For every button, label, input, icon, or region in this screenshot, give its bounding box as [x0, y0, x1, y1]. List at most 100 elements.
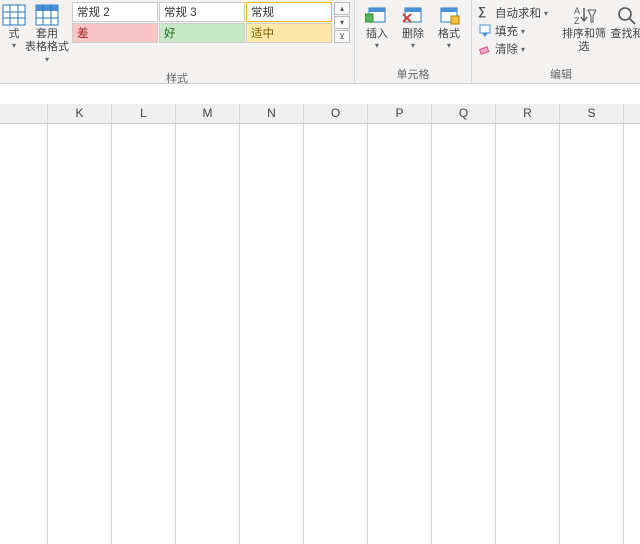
- cell[interactable]: [496, 364, 560, 384]
- cell[interactable]: [368, 224, 432, 244]
- cell[interactable]: [0, 464, 48, 484]
- cell[interactable]: [240, 264, 304, 284]
- style-bad[interactable]: 差: [72, 23, 158, 43]
- cell[interactable]: [240, 424, 304, 444]
- cell[interactable]: [560, 384, 624, 404]
- cell[interactable]: [48, 344, 112, 364]
- cell[interactable]: [176, 484, 240, 504]
- cell[interactable]: [432, 204, 496, 224]
- cell[interactable]: [624, 144, 640, 164]
- cell[interactable]: [496, 204, 560, 224]
- cell[interactable]: [496, 444, 560, 464]
- cell[interactable]: [0, 324, 48, 344]
- cell[interactable]: [432, 364, 496, 384]
- cell[interactable]: [560, 264, 624, 284]
- cell[interactable]: [304, 284, 368, 304]
- cell[interactable]: [176, 384, 240, 404]
- cell[interactable]: [496, 264, 560, 284]
- cell[interactable]: [48, 304, 112, 324]
- col-head-N[interactable]: N: [240, 104, 304, 123]
- cell[interactable]: [0, 244, 48, 264]
- cell[interactable]: [48, 484, 112, 504]
- cell[interactable]: [48, 144, 112, 164]
- cell[interactable]: [560, 344, 624, 364]
- cell[interactable]: [48, 444, 112, 464]
- cell[interactable]: [176, 304, 240, 324]
- cell[interactable]: [112, 344, 176, 364]
- cell[interactable]: [240, 444, 304, 464]
- cell[interactable]: [560, 144, 624, 164]
- cell[interactable]: [624, 224, 640, 244]
- cell[interactable]: [240, 304, 304, 324]
- cell[interactable]: [368, 524, 432, 544]
- cell[interactable]: [560, 164, 624, 184]
- cell[interactable]: [112, 304, 176, 324]
- cell[interactable]: [112, 184, 176, 204]
- cell[interactable]: [496, 124, 560, 144]
- find-select-button[interactable]: 查找和: [608, 2, 640, 43]
- cell[interactable]: [496, 244, 560, 264]
- conditional-format-button[interactable]: 式 ▾: [4, 2, 24, 52]
- cell[interactable]: [240, 184, 304, 204]
- cell[interactable]: [176, 224, 240, 244]
- cell[interactable]: [432, 164, 496, 184]
- cell[interactable]: [240, 324, 304, 344]
- cell[interactable]: [432, 504, 496, 524]
- cell[interactable]: [496, 184, 560, 204]
- cell[interactable]: [240, 404, 304, 424]
- cell[interactable]: [112, 524, 176, 544]
- col-head-L[interactable]: L: [112, 104, 176, 123]
- cell[interactable]: [560, 504, 624, 524]
- cell[interactable]: [368, 264, 432, 284]
- cell[interactable]: [48, 324, 112, 344]
- cell[interactable]: [48, 404, 112, 424]
- cell[interactable]: [368, 164, 432, 184]
- cell[interactable]: [0, 364, 48, 384]
- cell[interactable]: [560, 464, 624, 484]
- cell[interactable]: [432, 404, 496, 424]
- cell[interactable]: [560, 304, 624, 324]
- cell[interactable]: [176, 464, 240, 484]
- cell[interactable]: [432, 444, 496, 464]
- cell[interactable]: [0, 284, 48, 304]
- style-neutral[interactable]: 适中: [246, 23, 332, 43]
- cell[interactable]: [432, 264, 496, 284]
- cell[interactable]: [624, 484, 640, 504]
- cell[interactable]: [560, 244, 624, 264]
- cell[interactable]: [240, 224, 304, 244]
- cell[interactable]: [0, 404, 48, 424]
- cell[interactable]: [624, 124, 640, 144]
- cell[interactable]: [304, 324, 368, 344]
- cell[interactable]: [0, 504, 48, 524]
- cell[interactable]: [112, 444, 176, 464]
- cell[interactable]: [304, 184, 368, 204]
- cell[interactable]: [496, 504, 560, 524]
- cell[interactable]: [432, 284, 496, 304]
- cell[interactable]: [432, 184, 496, 204]
- cell[interactable]: [48, 524, 112, 544]
- clear-button[interactable]: 清除 ▾: [476, 40, 560, 58]
- cell[interactable]: [176, 444, 240, 464]
- cell[interactable]: [560, 324, 624, 344]
- cell[interactable]: [368, 124, 432, 144]
- cell[interactable]: [48, 224, 112, 244]
- cell[interactable]: [240, 484, 304, 504]
- cell[interactable]: [112, 264, 176, 284]
- cell[interactable]: [432, 344, 496, 364]
- cell[interactable]: [48, 424, 112, 444]
- cell[interactable]: [112, 284, 176, 304]
- cell[interactable]: [432, 464, 496, 484]
- col-head-Q[interactable]: Q: [432, 104, 496, 123]
- col-head-O[interactable]: O: [304, 104, 368, 123]
- cell[interactable]: [368, 464, 432, 484]
- cell[interactable]: [624, 444, 640, 464]
- cell[interactable]: [0, 144, 48, 164]
- cell[interactable]: [624, 304, 640, 324]
- cell[interactable]: [240, 144, 304, 164]
- cell[interactable]: [432, 304, 496, 324]
- cell[interactable]: [368, 424, 432, 444]
- cell[interactable]: [368, 504, 432, 524]
- style-normal2[interactable]: 常规 2: [72, 2, 158, 22]
- cell[interactable]: [368, 144, 432, 164]
- cell[interactable]: [48, 384, 112, 404]
